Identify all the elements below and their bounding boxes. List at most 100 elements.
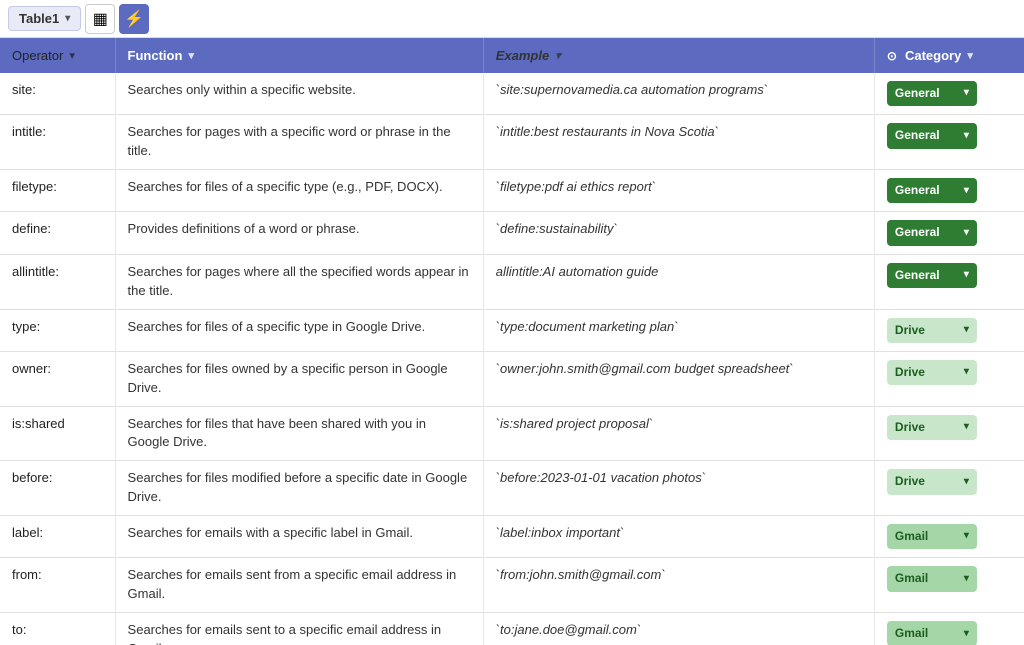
header-category-label: Category (905, 48, 961, 63)
cell-operator: allintitle: (0, 254, 115, 309)
category-badge-label: Drive (895, 419, 925, 436)
table-row: intitle:Searches for pages with a specif… (0, 115, 1024, 170)
cell-category: General ▾ (874, 73, 1024, 115)
table-tab-label: Table1 (19, 11, 59, 26)
cell-example: `from:john.smith@gmail.com` (483, 558, 874, 613)
cell-category: Gmail▾ (874, 613, 1024, 645)
cell-function: Searches for pages where all the specifi… (115, 254, 483, 309)
category-badge[interactable]: Gmail ▾ (887, 566, 977, 591)
grid-view-button[interactable]: ▦ (85, 4, 115, 34)
table-row: filetype:Searches for files of a specifi… (0, 170, 1024, 212)
lightning-icon: ⚡ (124, 9, 144, 29)
cell-example: `before:2023-01-01 vacation photos` (483, 461, 874, 516)
table-wrapper: Operator ▾ Function ▾ Example ▾ (0, 38, 1024, 645)
cell-function: Searches for files that have been shared… (115, 406, 483, 461)
header-function[interactable]: Function ▾ (115, 38, 483, 73)
lightning-button[interactable]: ⚡ (119, 4, 149, 34)
category-badge[interactable]: Gmail ▾ (887, 524, 977, 549)
table-row: site:Searches only within a specific web… (0, 73, 1024, 115)
header-function-label: Function (128, 48, 183, 63)
cell-example: `intitle:best restaurants in Nova Scotia… (483, 115, 874, 170)
table-tab[interactable]: Table1 ▾ (8, 6, 81, 31)
category-badge-label: Drive (895, 322, 925, 339)
cell-function: Searches only within a specific website. (115, 73, 483, 115)
table-row: owner:Searches for files owned by a spec… (0, 351, 1024, 406)
table-row: from:Searches for emails sent from a spe… (0, 558, 1024, 613)
cell-example: allintitle:AI automation guide (483, 254, 874, 309)
table-row: before:Searches for files modified befor… (0, 461, 1024, 516)
cell-function: Searches for files modified before a spe… (115, 461, 483, 516)
header-operator-label: Operator (12, 48, 63, 63)
grid-icon: ▦ (93, 9, 108, 29)
cell-example: `is:shared project proposal` (483, 406, 874, 461)
cell-function: Searches for files owned by a specific p… (115, 351, 483, 406)
badge-chevron-icon: ▾ (964, 323, 969, 338)
category-badge[interactable]: General▾ (887, 263, 977, 288)
cell-category: General▾ (874, 170, 1024, 212)
cell-function: Searches for pages with a specific word … (115, 115, 483, 170)
category-badge[interactable]: Drive ▾ (887, 469, 977, 494)
header-example[interactable]: Example ▾ (483, 38, 874, 73)
cell-function: Provides definitions of a word or phrase… (115, 212, 483, 254)
cell-category: Drive▾ (874, 351, 1024, 406)
cell-category: Drive ▾ (874, 461, 1024, 516)
cell-operator: owner: (0, 351, 115, 406)
cell-function: Searches for emails sent from a specific… (115, 558, 483, 613)
cell-example: `to:jane.doe@gmail.com` (483, 613, 874, 645)
cell-function: Searches for emails sent to a specific e… (115, 613, 483, 645)
category-badge-label: Drive (895, 473, 925, 490)
category-badge-label: General (895, 127, 940, 144)
cell-function: Searches for files of a specific type in… (115, 309, 483, 351)
badge-chevron-icon: ▾ (964, 129, 969, 144)
badge-chevron-icon: ▾ (964, 86, 969, 101)
cell-category: Drive ▾ (874, 309, 1024, 351)
top-bar: Table1 ▾ ▦ ⚡ (0, 0, 1024, 38)
cell-operator: filetype: (0, 170, 115, 212)
badge-chevron-icon: ▾ (964, 529, 969, 544)
category-badge[interactable]: General▾ (887, 220, 977, 245)
cell-function: Searches for emails with a specific labe… (115, 516, 483, 558)
sort-example-icon: ▾ (555, 49, 561, 62)
cell-example: `filetype:pdf ai ethics report` (483, 170, 874, 212)
category-badge[interactable]: General ▾ (887, 123, 977, 148)
category-badge[interactable]: Drive▾ (887, 360, 977, 385)
category-badge-label: Gmail (895, 625, 928, 642)
badge-chevron-icon: ▾ (964, 226, 969, 241)
cell-operator: intitle: (0, 115, 115, 170)
cell-operator: to: (0, 613, 115, 645)
table-body: site:Searches only within a specific web… (0, 73, 1024, 645)
badge-chevron-icon: ▾ (964, 184, 969, 199)
category-badge[interactable]: General ▾ (887, 81, 977, 106)
category-badge-label: Gmail (895, 528, 928, 545)
table-row: to:Searches for emails sent to a specifi… (0, 613, 1024, 645)
cell-category: General▾ (874, 212, 1024, 254)
category-badge[interactable]: Drive▾ (887, 415, 977, 440)
category-badge[interactable]: Gmail▾ (887, 621, 977, 645)
cell-function: Searches for files of a specific type (e… (115, 170, 483, 212)
category-badge[interactable]: Drive ▾ (887, 318, 977, 343)
cell-operator: is:shared (0, 406, 115, 461)
cell-operator: from: (0, 558, 115, 613)
table-header-row: Operator ▾ Function ▾ Example ▾ (0, 38, 1024, 73)
cell-example: `type:document marketing plan` (483, 309, 874, 351)
cell-category: General▾ (874, 254, 1024, 309)
table-tab-chevron: ▾ (65, 13, 70, 24)
cell-category: Drive▾ (874, 406, 1024, 461)
header-category[interactable]: ⊙ Category ▾ (874, 38, 1024, 73)
sort-function-icon: ▾ (188, 49, 194, 62)
cell-category: Gmail ▾ (874, 558, 1024, 613)
sort-operator-icon: ▾ (69, 49, 75, 62)
header-example-label: Example (496, 48, 549, 63)
link-icon: ⊙ (887, 49, 897, 63)
badge-chevron-icon: ▾ (964, 572, 969, 587)
category-badge-label: General (895, 85, 940, 102)
header-operator[interactable]: Operator ▾ (0, 38, 115, 73)
badge-chevron-icon: ▾ (964, 475, 969, 490)
category-badge-label: Gmail (895, 570, 928, 587)
cell-category: General ▾ (874, 115, 1024, 170)
cell-operator: before: (0, 461, 115, 516)
category-badge[interactable]: General▾ (887, 178, 977, 203)
table-row: label:Searches for emails with a specifi… (0, 516, 1024, 558)
table-row: is:sharedSearches for files that have be… (0, 406, 1024, 461)
cell-example: `define:sustainability` (483, 212, 874, 254)
